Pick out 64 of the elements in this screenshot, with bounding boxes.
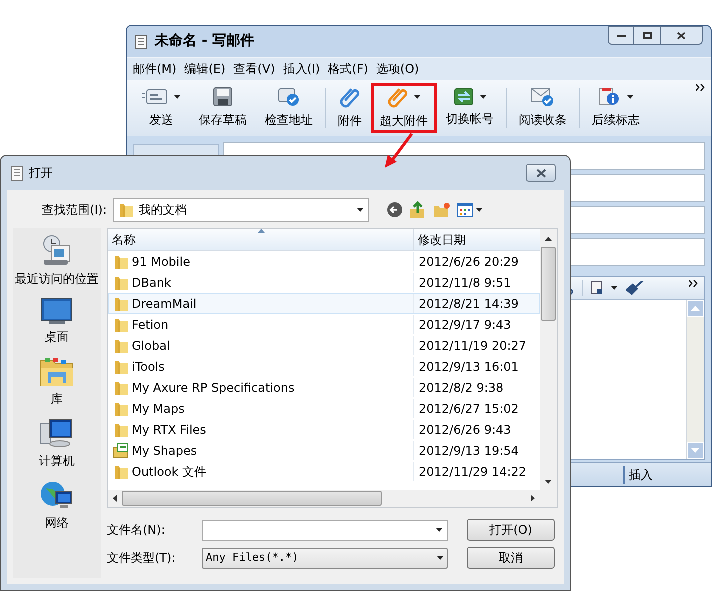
file-date: 2012/9/13 19:54 xyxy=(418,442,519,460)
menu-item[interactable]: 选项(O) xyxy=(376,60,420,78)
file-name: 91 Mobile xyxy=(132,254,190,270)
dialog-title: 打开 xyxy=(29,165,53,182)
place-item[interactable]: 桌面 xyxy=(41,298,73,346)
toolbar-button[interactable]: 切换帐号 xyxy=(437,83,503,133)
open-button[interactable]: 打开(O) xyxy=(467,519,555,541)
menu-item[interactable]: 查看(V) xyxy=(234,60,276,78)
cancel-button[interactable]: 取消 xyxy=(467,547,555,569)
file-name: Global xyxy=(132,338,170,354)
file-name: My Axure RP Specifications xyxy=(132,380,295,396)
file-name: Outlook 文件 xyxy=(132,464,207,480)
file-name: iTools xyxy=(132,358,165,376)
file-name: My RTX Files xyxy=(132,422,206,438)
look-in-label: 查找范围(I): xyxy=(41,202,107,219)
file-type-label: 文件类型(T): xyxy=(107,550,177,567)
toolbar-button[interactable]: 保存草稿 xyxy=(190,83,256,133)
toolbar-button[interactable]: 检查地址 xyxy=(256,83,322,133)
file-row[interactable]: Global 2012/11/19 20:27 xyxy=(108,335,540,356)
file-date: 2012/11/19 20:27 xyxy=(418,338,527,354)
toolbar-button[interactable]: 发送 xyxy=(133,83,190,133)
file-row[interactable]: DreamMail 2012/8/21 14:39 xyxy=(108,293,540,314)
menu-item[interactable]: 邮件(M) xyxy=(133,60,177,78)
file-date: 2012/9/17 9:43 xyxy=(418,316,512,334)
file-name-label: 文件名(N): xyxy=(107,522,166,539)
menu-item[interactable]: 编辑(E) xyxy=(184,60,226,78)
file-type-dropdown[interactable]: Any Files(*.*) xyxy=(202,548,448,568)
look-in-dropdown[interactable]: 我的文档 xyxy=(113,198,369,222)
file-row[interactable]: My RTX Files 2012/6/26 9:43 xyxy=(108,419,540,440)
toolbar-button[interactable]: 阅读收条 xyxy=(510,83,576,133)
place-item[interactable]: 计算机 xyxy=(39,418,75,470)
place-item[interactable]: 库 xyxy=(40,356,74,408)
file-date: 2012/11/29 14:22 xyxy=(418,464,527,480)
place-item[interactable]: 最近访问的位置 xyxy=(15,234,99,288)
column-header[interactable]: 修改日期 xyxy=(414,229,540,250)
menu-item[interactable]: 插入(I) xyxy=(283,60,320,78)
toolbar-button[interactable]: 后续标志 xyxy=(583,83,649,133)
file-name: My Maps xyxy=(132,400,185,418)
file-row[interactable]: Fetion 2012/9/17 9:43 xyxy=(108,314,540,335)
file-name: DBank xyxy=(132,274,172,292)
file-date: 2012/11/8 9:51 xyxy=(418,274,512,292)
file-date: 2012/9/13 16:01 xyxy=(418,358,519,376)
file-row[interactable]: My Maps 2012/6/27 15:02 xyxy=(108,398,540,419)
column-header[interactable]: 名称 xyxy=(108,229,414,250)
status-text: 插入 xyxy=(623,466,653,484)
file-row[interactable]: Outlook 文件 2012/11/29 14:22 xyxy=(108,461,540,482)
file-date: 2012/6/26 20:29 xyxy=(418,254,519,270)
toolbar-button[interactable]: 附件 xyxy=(329,83,371,133)
file-row[interactable]: My Shapes 2012/9/13 19:54 xyxy=(108,440,540,461)
window-title: 未命名 - 写邮件 xyxy=(155,32,255,51)
toolbar-button[interactable]: 超大附件 xyxy=(371,83,437,133)
file-date: 2012/6/26 9:43 xyxy=(418,422,512,438)
file-name: Fetion xyxy=(132,316,169,334)
file-row[interactable]: 91 Mobile 2012/6/26 20:29 xyxy=(108,251,540,272)
file-name: DreamMail xyxy=(132,296,197,312)
file-name: My Shapes xyxy=(132,442,198,460)
file-date: 2012/8/2 9:38 xyxy=(418,380,504,396)
place-item[interactable]: 网络 xyxy=(40,480,74,532)
file-row[interactable]: DBank 2012/11/8 9:51 xyxy=(108,272,540,293)
file-row[interactable]: My Axure RP Specifications 2012/8/2 9:38 xyxy=(108,377,540,398)
menu-item[interactable]: 格式(F) xyxy=(328,60,368,78)
file-date: 2012/8/21 14:39 xyxy=(418,296,519,312)
file-row[interactable]: iTools 2012/9/13 16:01 xyxy=(108,356,540,377)
file-date: 2012/6/27 15:02 xyxy=(418,400,519,418)
